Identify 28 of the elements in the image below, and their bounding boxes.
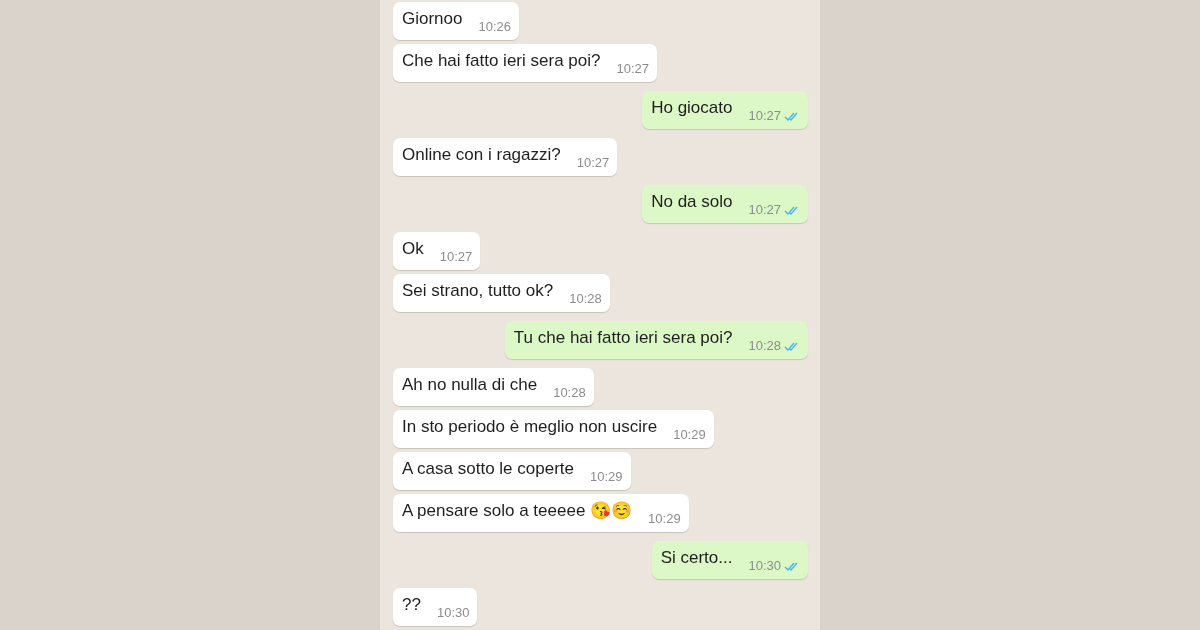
- message-time: 10:29: [648, 509, 681, 528]
- message-text: Tu che hai fatto ieri sera poi?: [513, 326, 733, 349]
- message-text: A casa sotto le coperte: [402, 457, 574, 480]
- message-time: 10:29: [673, 425, 706, 444]
- message-time: 10:28: [569, 289, 602, 308]
- message-time: 10:27: [616, 59, 649, 78]
- message-time: 10:27: [576, 153, 610, 172]
- message-text: Giornoo: [402, 7, 463, 30]
- message-text: ??: [402, 593, 421, 616]
- message-time: 10:27: [748, 106, 781, 125]
- message-text: Che hai fatto ieri sera poi?: [402, 49, 601, 72]
- message-time: 10:28: [748, 336, 781, 355]
- message-time: 10:27: [748, 200, 781, 219]
- message-time: 10:28: [553, 383, 586, 402]
- message-text: Ah no nulla di che: [402, 373, 538, 396]
- message-text: No da solo: [651, 190, 733, 213]
- message-text: In sto periodo è meglio non uscire: [402, 415, 658, 438]
- message-text: Si certo...: [660, 546, 733, 569]
- message-time: 10:26: [478, 17, 512, 36]
- message-time: 10:30: [748, 556, 781, 575]
- message-text: Ho giocato: [651, 96, 733, 119]
- message-time: 10:30: [436, 603, 470, 622]
- message-text: Sei strano, tutto ok?: [402, 279, 554, 302]
- message-text: Ok: [402, 237, 424, 260]
- message-text: A pensare solo a teeeee 😘☺: [402, 499, 633, 522]
- message-time: 10:29: [590, 467, 623, 486]
- message-time: 10:27: [439, 247, 473, 266]
- message-text: Online con i ragazzi?: [402, 143, 561, 166]
